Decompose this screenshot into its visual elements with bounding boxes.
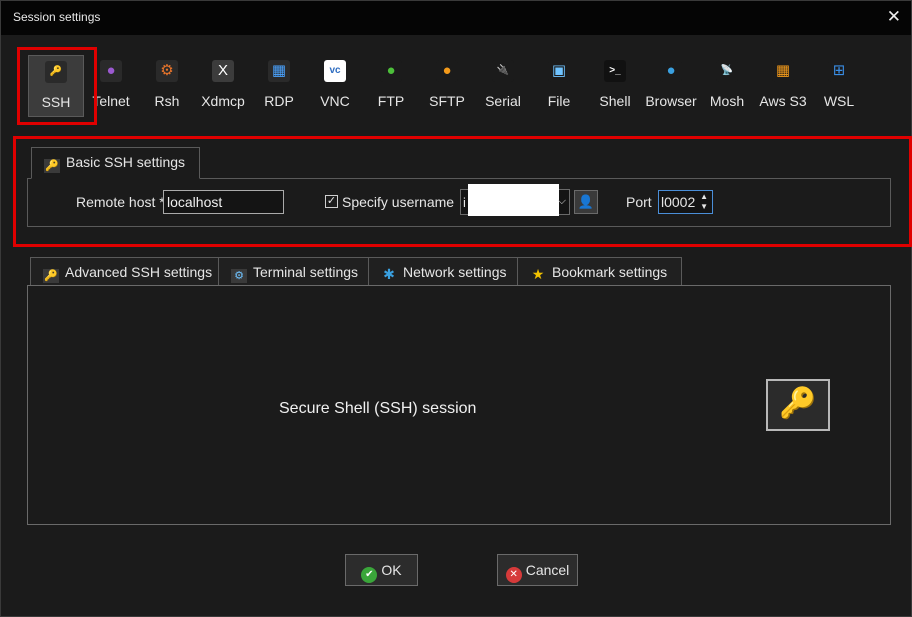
browser-icon: ● [660,60,682,82]
port-value: l0002 [661,194,696,210]
window-title: Session settings [13,10,101,24]
protocol-label: Shell [599,93,631,109]
protocol-vnc[interactable]: vc VNC [307,55,363,117]
protocol-label: VNC [320,93,350,109]
mosh-icon: 📡 [716,60,738,82]
shell-icon: >_ [604,60,626,82]
tab-label: Bookmark settings [552,264,668,280]
username-value: i [463,195,466,210]
tab-label: Basic SSH settings [66,154,186,170]
key-icon: 🔑 [45,61,67,83]
tab-basic-ssh-settings[interactable]: 🔑 Basic SSH settings [31,147,201,179]
protocol-xdmcp[interactable]: X Xdmcp [195,55,251,117]
remote-host-label: Remote host * [76,194,165,210]
vnc-icon: vc [324,60,346,82]
ok-label: OK [381,562,402,578]
protocol-toolbar: 🔑 SSH ● Telnet ⚙ Rsh X Xdmcp ▦ RDP vc VNC ● FTP ● SFTP 🔌… [1,45,912,125]
protocol-label: File [547,93,571,109]
protocol-telnet[interactable]: ● Telnet [83,55,139,117]
protocol-file[interactable]: ▣ File [531,55,587,117]
chevron-down-icon[interactable]: ⌵ [558,195,566,208]
tab-advanced-ssh-settings[interactable]: 🔑 Advanced SSH settings [30,257,228,288]
terminal-icon: ⚙ [231,269,247,283]
protocol-label: Xdmcp [201,93,245,109]
protocol-label: Aws S3 [759,93,807,109]
wsl-icon: ⊞ [828,60,850,82]
username-dropdown[interactable]: i ⌵ [460,184,570,216]
rsh-icon: ⚙ [156,60,178,82]
protocol-browser[interactable]: ● Browser [643,55,699,117]
spin-arrows-icon[interactable]: ▲ ▼ [700,192,708,212]
redacted-area [468,184,559,216]
specify-username-checkbox[interactable]: ✓ [325,195,338,208]
protocol-aws-s3[interactable]: ▦ Aws S3 [755,55,811,117]
protocol-rdp[interactable]: ▦ RDP [251,55,307,117]
protocol-label: FTP [377,93,405,109]
protocol-label: WSL [823,93,855,109]
protocol-label: SFTP [429,93,465,109]
telnet-icon: ● [100,60,122,82]
key-icon: 🔑 [766,379,830,431]
protocol-mosh[interactable]: 📡 Mosh [699,55,755,117]
protocol-rsh[interactable]: ⚙ Rsh [139,55,195,117]
network-icon: ✱ [383,266,395,282]
protocol-shell[interactable]: >_ Shell [587,55,643,117]
cancel-icon: ✕ [505,567,522,583]
ok-button[interactable]: ✔ OK [345,554,418,586]
protocol-label: SSH [41,94,71,110]
basic-ssh-settings-group: Remote host * ✓ Specify username i ⌵ 👤 P… [27,178,891,227]
protocol-label: Serial [485,93,521,109]
ftp-icon: ● [380,60,402,82]
cancel-label: Cancel [525,562,570,578]
specify-username-label: Specify username [342,194,455,210]
sftp-icon: ● [436,60,458,82]
protocol-serial[interactable]: 🔌 Serial [475,55,531,117]
xdmcp-icon: X [212,60,234,82]
tab-label: Terminal settings [253,264,359,280]
protocol-ssh[interactable]: 🔑 SSH [28,55,84,117]
serial-icon: 🔌 [492,60,514,82]
port-label: Port [626,194,652,210]
user-key-icon: 👤 [577,194,595,209]
session-settings-dialog: Session settings ✕ 🔑 SSH ● Telnet ⚙ Rsh X Xdmcp… [0,0,912,617]
rdp-icon: ▦ [268,60,290,82]
protocol-label: Rsh [154,93,180,109]
check-icon: ✔ [361,567,378,583]
tab-bookmark-settings[interactable]: ★ Bookmark settings [517,257,683,288]
tab-terminal-settings[interactable]: ⚙ Terminal settings [218,257,374,288]
title-bar: Session settings ✕ [1,1,911,35]
session-description: Secure Shell (SSH) session [279,400,477,417]
remote-host-input[interactable] [163,190,284,214]
ssh-session-panel: Secure Shell (SSH) session 🔑 [27,285,891,525]
star-icon: ★ [531,266,545,282]
key-icon: 🔑 [44,159,60,173]
key-icon: 🔑 [43,269,59,283]
protocol-label: Telnet [92,93,130,109]
tab-network-settings[interactable]: ✱ Network settings [368,257,522,288]
protocol-label: Mosh [709,93,745,109]
tab-label: Advanced SSH settings [65,264,213,280]
cancel-button[interactable]: ✕ Cancel [497,554,578,586]
tab-label: Network settings [403,264,507,280]
file-icon: ▣ [548,60,570,82]
protocol-sftp[interactable]: ● SFTP [419,55,475,117]
user-manager-button[interactable]: 👤 [574,190,598,214]
aws-s3-icon: ▦ [772,60,794,82]
protocol-label: Browser [645,93,697,109]
protocol-wsl[interactable]: ⊞ WSL [811,55,867,117]
protocol-ftp[interactable]: ● FTP [363,55,419,117]
close-icon[interactable]: ✕ [887,7,901,27]
protocol-label: RDP [264,93,294,109]
port-spinbox[interactable]: l0002 ▲ ▼ [658,190,713,214]
